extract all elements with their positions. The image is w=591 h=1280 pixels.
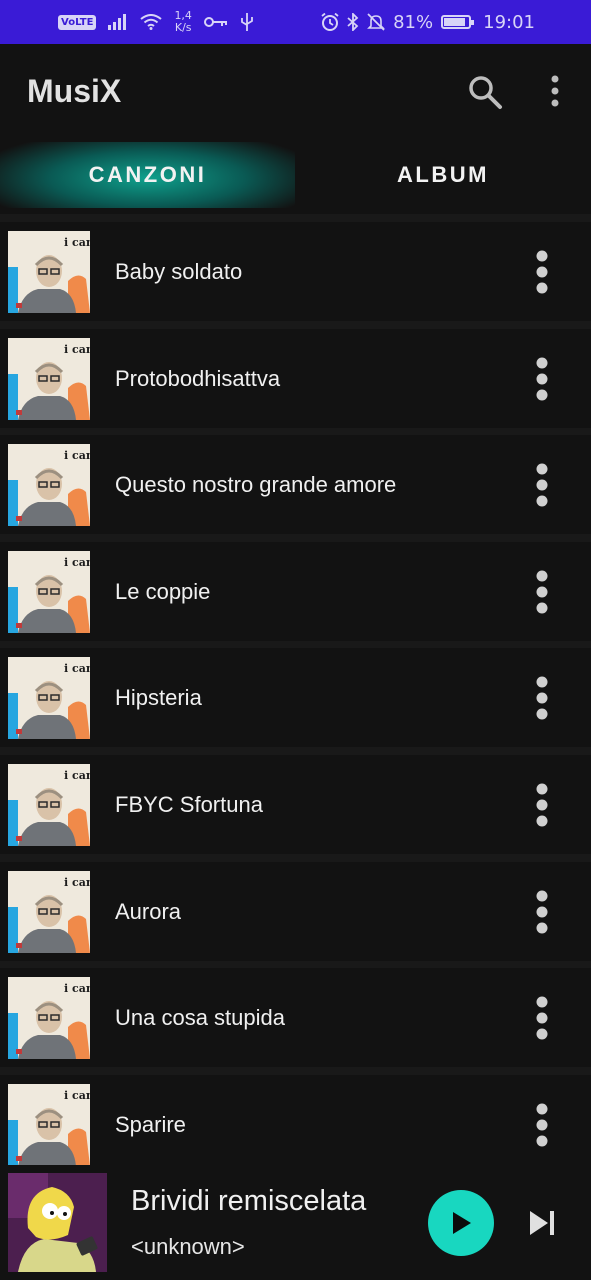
song-title: Hipsteria [115,685,202,711]
album-art-text: i cani [64,343,90,356]
album-art: i cani [8,444,90,527]
song-options-icon[interactable] [528,569,556,617]
song-title: Una cosa stupida [115,1005,285,1031]
skip-next-icon[interactable] [522,1203,562,1243]
song-options-icon[interactable] [528,249,556,297]
song-options-icon[interactable] [528,995,556,1043]
song-row[interactable]: i cani Protobodhisattva [0,328,591,428]
album-art: i cani [8,764,90,846]
alarm-icon [321,13,339,31]
song-title: Le coppie [115,578,211,604]
tab-songs[interactable]: CANZONI [0,142,295,208]
vpn-key-icon [203,17,227,27]
more-options-icon[interactable] [540,74,570,110]
song-title: Questo nostro grande amore [115,472,397,498]
bluetooth-icon [347,13,359,31]
album-art-text: i cani [64,449,90,462]
album-art: i cani [8,977,90,1060]
album-art: i cani [8,1083,90,1166]
play-icon [453,1212,471,1234]
album-art-text: i cani [64,982,90,995]
song-row[interactable]: i cani Questo nostro grande amore [0,435,591,535]
tab-albums[interactable]: ALBUM [295,142,591,208]
song-options-icon[interactable] [528,889,556,937]
album-art: i cani [8,231,90,313]
tab-bar: CANZONI ALBUM [0,142,591,214]
album-art: i cani [8,550,90,633]
song-row[interactable]: i cani Aurora [0,861,591,961]
search-icon[interactable] [467,74,503,110]
clock: 19:01 [483,11,535,33]
mini-player[interactable]: Brividi remiscelata <unknown> [0,1165,591,1280]
song-title: Baby soldato [115,259,243,284]
album-art-text: i cani [64,662,90,675]
song-options-icon[interactable] [528,356,556,404]
battery-percent: 81% [393,11,434,33]
song-row[interactable]: i cani Baby soldato [0,222,591,321]
song-row[interactable]: i cani Sparire [0,1074,591,1174]
now-playing-title: Brividi remiscelata [131,1185,367,1217]
song-row[interactable]: i cani FBYC Sfortuna [0,755,591,854]
song-options-icon[interactable] [528,675,556,723]
song-options-icon[interactable] [528,782,556,830]
album-art-text: i cani [64,876,90,889]
tab-label: ALBUM [397,162,489,187]
play-button[interactable] [428,1190,494,1256]
now-playing-art [8,1173,107,1272]
song-title: FBYC Sfortuna [115,792,263,817]
signal-icon [108,14,127,30]
album-art-text: i cani [64,769,90,782]
song-title: Protobodhisattva [115,365,281,391]
album-art: i cani [8,870,90,953]
network-speed: 1,4 K/s [174,9,192,34]
song-row[interactable]: i cani Una cosa stupida [0,968,591,1068]
volte-icon: VoLTE [58,14,97,30]
album-art-text: i cani [64,1089,90,1102]
now-playing-artist: <unknown> [131,1234,245,1259]
song-row[interactable]: i cani Hipsteria [0,648,591,748]
status-bar: VoLTE 1,4 K/s 81% 19:01 [0,0,591,44]
album-art-text: i cani [64,556,90,569]
tab-label: CANZONI [88,162,207,187]
song-title: Aurora [115,898,182,924]
album-art: i cani [8,657,90,740]
album-art: i cani [8,337,90,420]
wifi-icon [140,14,163,30]
album-art-text: i cani [64,236,90,249]
song-options-icon[interactable] [528,1102,556,1150]
mute-icon [367,13,386,31]
battery-icon [441,15,475,29]
song-row[interactable]: i cani Le coppie [0,541,591,641]
app-title: MusiX [27,73,122,109]
app-bar: MusiX [0,44,591,142]
song-title: Sparire [115,1111,186,1137]
song-options-icon[interactable] [528,462,556,510]
usb-icon [241,13,253,31]
